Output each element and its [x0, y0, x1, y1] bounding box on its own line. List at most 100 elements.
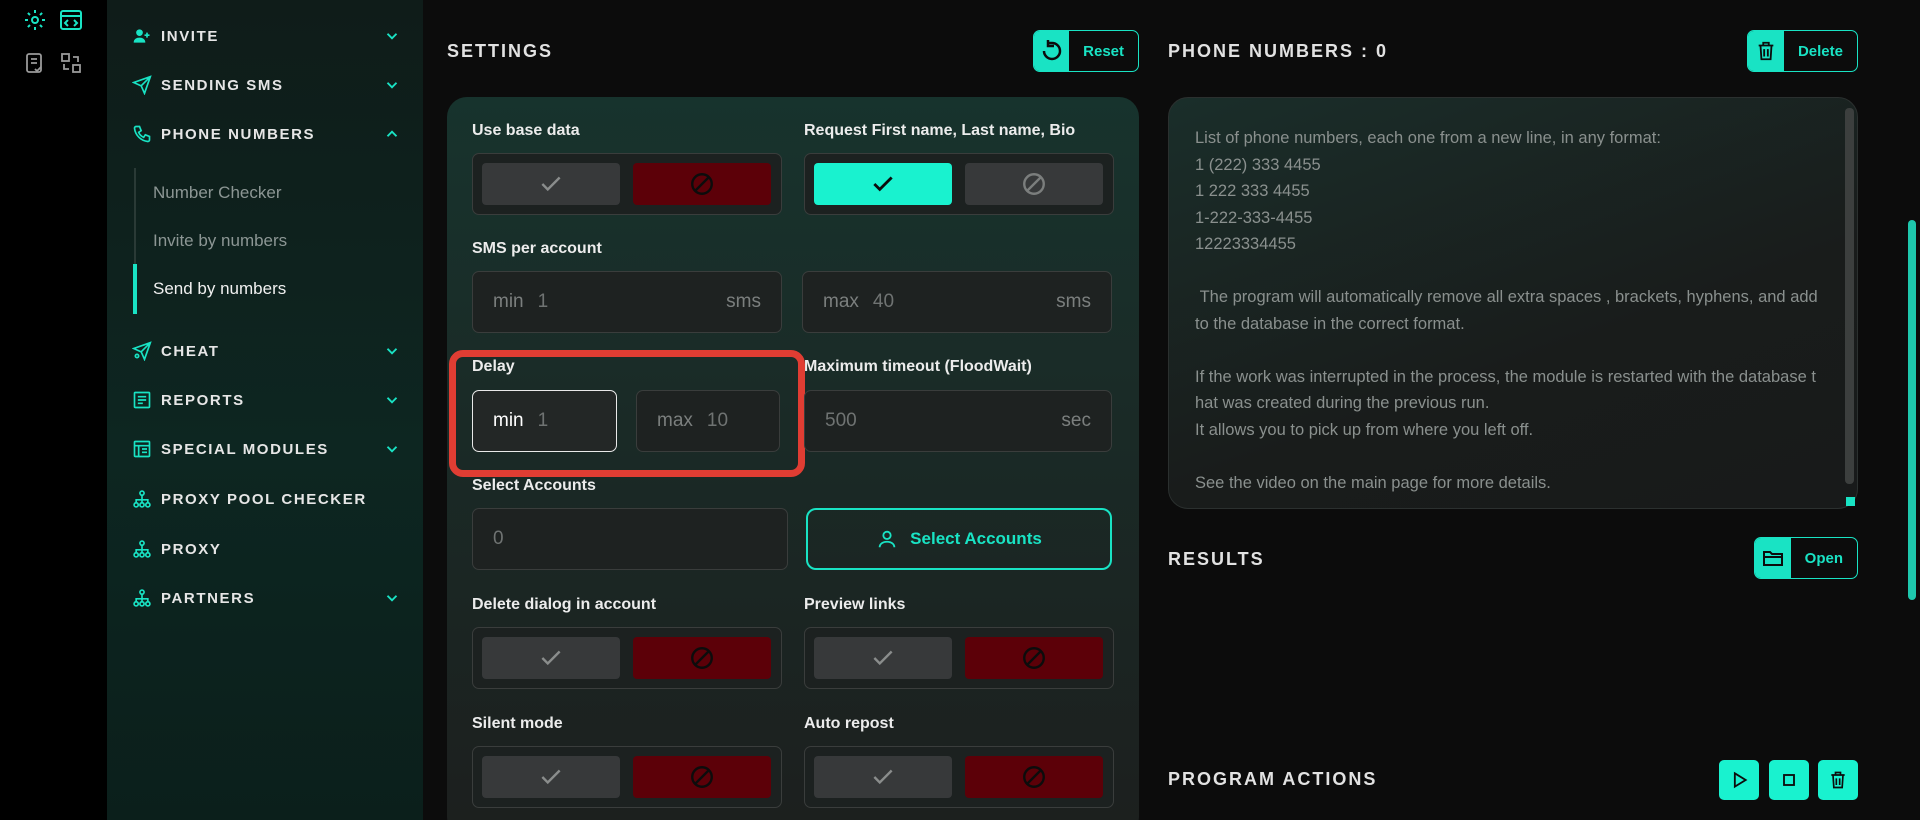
delete-dialog-no[interactable] — [633, 637, 771, 679]
use-base-data-label: Use base data — [472, 122, 580, 139]
select-accounts-label: Select Accounts — [472, 477, 596, 494]
sidebar-item-proxy-pool-checker[interactable]: PROXY POOL CHECKER — [131, 484, 401, 514]
chevron-down-icon[interactable] — [383, 76, 401, 94]
network-icon — [131, 538, 153, 560]
request-names-label: Request First name, Last name, Bio — [804, 122, 1076, 139]
report-icon — [131, 389, 153, 411]
sms-per-account-label: SMS per account — [472, 240, 602, 257]
swap-icon[interactable] — [58, 50, 84, 76]
stop-icon — [1783, 774, 1795, 786]
modules-icon — [131, 438, 153, 460]
play-button[interactable] — [1719, 760, 1759, 800]
silent-mode-yes[interactable] — [482, 756, 620, 798]
clear-button[interactable] — [1818, 760, 1858, 800]
sms-max-value: 40 — [872, 291, 895, 312]
use-base-data-yes[interactable] — [482, 163, 620, 205]
chevron-down-icon[interactable] — [383, 589, 401, 607]
trash-icon — [1831, 771, 1845, 789]
sidebar-item-sending-sms[interactable]: SENDING SMS — [131, 70, 401, 100]
delete-dialog-yes[interactable] — [482, 637, 620, 679]
use-base-data-toggle — [472, 153, 782, 215]
sidebar-subitem-send-by-numbers[interactable]: Send by numbers — [153, 279, 286, 299]
folder-icon — [1755, 538, 1791, 578]
sidebar-item-label: SENDING SMS — [161, 76, 284, 94]
sidebar-item-label: PARTNERS — [161, 589, 256, 607]
program-actions-title: PROGRAM ACTIONS — [1168, 769, 1378, 789]
delete-dialog-toggle — [472, 627, 782, 689]
open-label: Open — [1804, 549, 1843, 567]
submenu-active-indicator — [133, 264, 137, 314]
sms-max-unit: sms — [1056, 291, 1091, 312]
sidebar-subitem-number-checker[interactable]: Number Checker — [153, 183, 282, 203]
timeout-unit: sec — [1061, 410, 1091, 431]
request-names-no[interactable] — [965, 163, 1103, 205]
sidebar-item-label: PHONE NUMBERS — [161, 125, 316, 143]
use-base-data-no[interactable] — [633, 163, 771, 205]
sidebar-subitem-invite-by-numbers[interactable]: Invite by numbers — [153, 231, 287, 251]
sidebar-item-cheat[interactable]: CHEAT — [131, 336, 401, 366]
user-plus-icon — [131, 25, 153, 47]
delete-button[interactable]: Delete — [1747, 30, 1858, 72]
request-names-yes[interactable] — [814, 163, 952, 205]
sidebar-item-invite[interactable]: INVITE — [131, 21, 401, 51]
auto-repost-yes[interactable] — [814, 756, 952, 798]
chevron-down-icon[interactable] — [383, 27, 401, 45]
sidebar: INVITE SENDING SMS PHONE NUMBERS Number … — [107, 0, 423, 820]
play-icon — [1733, 771, 1748, 789]
sidebar-item-proxy[interactable]: PROXY — [131, 534, 401, 564]
sms-min-unit: sms — [726, 291, 761, 312]
silent-mode-no[interactable] — [633, 756, 771, 798]
sidebar-item-label: CHEAT — [161, 342, 220, 360]
open-button[interactable]: Open — [1754, 537, 1858, 579]
timeout-field[interactable]: 500 sec — [804, 390, 1112, 452]
network-icon — [131, 587, 153, 609]
preview-links-label: Preview links — [804, 596, 906, 613]
reset-button[interactable]: Reset — [1033, 30, 1139, 72]
results-title: RESULTS — [1168, 549, 1265, 569]
sidebar-item-special-modules[interactable]: SPECIAL MODULES — [131, 434, 401, 464]
sidebar-item-phone-numbers[interactable]: PHONE NUMBERS — [131, 119, 401, 149]
auto-repost-toggle — [804, 746, 1114, 808]
delete-label: Delete — [1797, 42, 1843, 60]
sidebar-item-label: REPORTS — [161, 391, 245, 409]
resize-handle[interactable] — [1846, 497, 1855, 506]
gear-icon[interactable] — [22, 7, 48, 33]
sms-min-prefix: min — [493, 291, 524, 312]
phone-numbers-textarea[interactable]: List of phone numbers, each one from a n… — [1168, 97, 1858, 509]
sms-max-prefix: max — [823, 291, 859, 312]
accounts-count-value: 0 — [493, 528, 504, 549]
sms-min-field[interactable]: min 1 sms — [472, 271, 782, 333]
sms-min-value: 1 — [537, 291, 549, 312]
phone-numbers-placeholder: List of phone numbers, each one from a n… — [1195, 129, 1818, 492]
request-names-toggle — [804, 153, 1114, 215]
delay-highlight-annotation — [449, 350, 805, 477]
settings-title: SETTINGS — [447, 41, 554, 61]
code-window-icon[interactable] — [58, 7, 84, 33]
textarea-scrollbar[interactable] — [1845, 108, 1854, 484]
sidebar-item-partners[interactable]: PARTNERS — [131, 583, 401, 613]
delete-dialog-label: Delete dialog in account — [472, 596, 657, 613]
stop-button[interactable] — [1769, 760, 1809, 800]
paper-plane-icon — [131, 74, 153, 96]
select-accounts-button[interactable]: Select Accounts — [806, 508, 1112, 570]
preview-links-yes[interactable] — [814, 637, 952, 679]
select-accounts-button-label: Select Accounts — [910, 529, 1042, 548]
chevron-down-icon[interactable] — [383, 440, 401, 458]
auto-repost-no[interactable] — [965, 756, 1103, 798]
silent-mode-label: Silent mode — [472, 715, 563, 732]
preview-links-no[interactable] — [965, 637, 1103, 679]
checklist-icon[interactable] — [22, 50, 48, 76]
chevron-down-icon[interactable] — [383, 391, 401, 409]
chevron-down-icon[interactable] — [383, 342, 401, 360]
page-scrollbar[interactable] — [1908, 220, 1916, 600]
chevron-up-icon[interactable] — [383, 125, 401, 143]
network-icon — [131, 488, 153, 510]
sidebar-item-reports[interactable]: REPORTS — [131, 385, 401, 415]
silent-mode-toggle — [472, 746, 782, 808]
rocket-icon — [131, 340, 153, 362]
phone-numbers-title: PHONE NUMBERS : 0 — [1168, 41, 1389, 61]
auto-repost-label: Auto repost — [804, 715, 894, 732]
accounts-count-field[interactable]: 0 — [472, 508, 788, 570]
sms-max-field[interactable]: max 40 sms — [802, 271, 1112, 333]
sidebar-item-label: PROXY — [161, 540, 222, 558]
